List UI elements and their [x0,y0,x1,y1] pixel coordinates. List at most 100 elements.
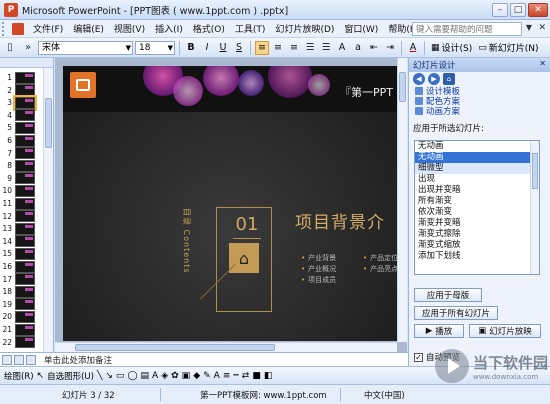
slide-thumbnail[interactable]: 20 [2,310,40,323]
menu-window[interactable]: 窗口(W) [339,22,383,35]
list-item[interactable]: 渐变式缩放 [415,240,539,251]
editor-horizontal-scrollbar[interactable] [55,342,397,352]
slide-thumbnail-image[interactable] [15,222,35,235]
minimize-button[interactable]: – [492,2,508,17]
slide-thumbnail-image[interactable] [15,197,35,210]
slide-thumbnail[interactable]: 17 [2,273,40,286]
slide-thumbnail[interactable]: 6 [2,134,40,147]
diagram-icon[interactable]: ◈ [161,371,168,381]
pane-tabs[interactable] [0,58,53,68]
slide-thumbnail[interactable]: 1 [2,71,40,84]
list-scrollbar[interactable] [530,141,539,274]
animation-list[interactable]: 无动画 无动画 细微型 出现 出现并变暗 所有渐变 依次渐变 渐变并变暗 渐变式… [414,140,540,275]
rectangle-icon[interactable]: ▭ [116,371,125,381]
slideshow-button[interactable]: ▣ 幻灯片放映 [469,324,541,338]
new-document-icon[interactable]: ▯ [2,40,18,56]
slides-scrollbar[interactable] [43,68,53,352]
slide-thumbnail[interactable]: 7 [2,147,40,160]
list-item[interactable]: 所有渐变 [415,196,539,207]
forward-icon[interactable]: ▶ [428,73,440,85]
list-item[interactable]: 渐变并变暗 [415,218,539,229]
slide-sorter-icon[interactable] [14,354,24,365]
clipart-icon[interactable]: ✿ [171,371,179,381]
close-button[interactable]: ✕ [528,2,548,17]
slide-thumbnail[interactable]: 14 [2,235,40,248]
notes-placeholder[interactable]: 单击此处添加备注 [44,354,112,366]
slide-thumbnail[interactable]: 3 [2,94,40,111]
new-slide-button[interactable]: ▭ 新幻灯片(N) [476,41,540,55]
slide-thumbnail[interactable]: 21 [2,323,40,336]
slide-thumbnail-image[interactable] [15,336,35,349]
decrease-indent-icon[interactable]: ⇤ [367,41,381,55]
wordart-icon[interactable]: A [152,371,158,381]
menu-file[interactable]: 文件(F) [28,22,68,35]
shadow-button[interactable]: S [232,41,246,55]
font-size-select[interactable]: 18 ▼ [135,40,175,55]
italic-button[interactable]: I [200,41,214,55]
slide-thumbnail[interactable]: 16 [2,260,40,273]
normal-view-icon[interactable] [2,354,12,365]
line-icon[interactable]: ╲ [97,371,102,381]
picture-icon[interactable]: ▣ [182,371,191,381]
underline-button[interactable]: U [216,41,230,55]
menu-format[interactable]: 格式(O) [188,22,230,35]
bold-button[interactable]: B [184,41,198,55]
oval-icon[interactable]: ◯ [127,371,137,381]
checkbox-checked[interactable]: ✓ [414,352,423,362]
play-button[interactable]: ▶ 播放 [414,324,464,338]
slide-thumbnail-image[interactable] [15,298,35,311]
arrow-style-icon[interactable]: ⇄ [242,371,250,381]
list-item[interactable]: 渐变式擦除 [415,229,539,240]
menu-view[interactable]: 视图(V) [109,22,150,35]
select-arrow-icon[interactable]: ↖ [37,371,45,381]
scroll-thumb[interactable] [399,72,406,102]
animation-schemes-link[interactable]: 动画方案 [409,106,550,117]
apply-to-all-button[interactable]: 应用于所有幻灯片 [414,306,498,320]
slide-thumbnail[interactable]: 22 [2,336,40,349]
slide-thumbnail[interactable]: 10 [2,184,40,197]
slide-thumbnail[interactable]: 5 [2,121,40,134]
menu-slideshow[interactable]: 幻灯片放映(D) [270,22,339,35]
slide-thumbnail-image[interactable] [15,172,35,185]
slide-thumbnail-image[interactable] [15,109,35,122]
slide-thumbnail[interactable]: 19 [2,298,40,311]
document-icon[interactable] [12,22,24,35]
slide-thumbnail[interactable]: 13 [2,222,40,235]
increase-font-icon[interactable]: A [335,41,349,55]
slide-thumbnail-image[interactable] [15,235,35,248]
slide-thumbnail[interactable]: 2 [2,84,40,97]
line-color-icon[interactable]: ✎ [203,371,211,381]
powerpoint-app-icon[interactable]: P [4,2,18,17]
slide-thumbnail-image[interactable] [15,260,35,273]
font-color-button[interactable]: A [406,41,420,55]
fill-color-icon[interactable]: ◆ [193,371,200,381]
autoshapes-button[interactable]: 自选图形(U) [47,370,94,382]
slide-thumbnail-image[interactable] [15,71,35,84]
slide-thumbnail-image[interactable] [15,121,35,134]
align-right-icon[interactable]: ≡ [287,41,301,55]
arrow-icon[interactable]: ↘ [105,371,113,381]
editor-vertical-scrollbar[interactable] [397,58,407,342]
scroll-thumb[interactable] [532,153,538,189]
scroll-thumb[interactable] [75,344,275,351]
slide-thumbnail-image[interactable] [15,147,35,160]
dash-style-icon[interactable]: ┅ [233,371,238,381]
menu-tools[interactable]: 工具(T) [230,22,271,35]
decrease-font-icon[interactable]: a [351,41,365,55]
draw-menu-button[interactable]: 绘图(R) [4,370,34,382]
menu-insert[interactable]: 插入(I) [150,22,188,35]
list-item[interactable]: 添加下划线 [415,251,539,262]
menu-edit[interactable]: 编辑(E) [68,22,109,35]
line-style-icon[interactable]: ≡ [223,371,231,381]
slide-thumbnail[interactable]: 9 [2,172,40,185]
bullet-list-icon[interactable]: ☰ [319,41,333,55]
list-item[interactable]: 出现并变暗 [415,185,539,196]
shadow-icon[interactable]: ■ [252,371,261,381]
slide-thumbnail-image[interactable] [15,273,35,286]
slide-thumbnail[interactable]: 4 [2,109,40,122]
slideshow-view-icon[interactable] [26,354,36,365]
slide-thumbnail[interactable]: 11 [2,197,40,210]
slide-thumbnail-image[interactable] [15,323,35,336]
align-left-icon[interactable]: ≡ [255,40,269,55]
chevron-down-icon[interactable]: ▼ [526,23,532,32]
